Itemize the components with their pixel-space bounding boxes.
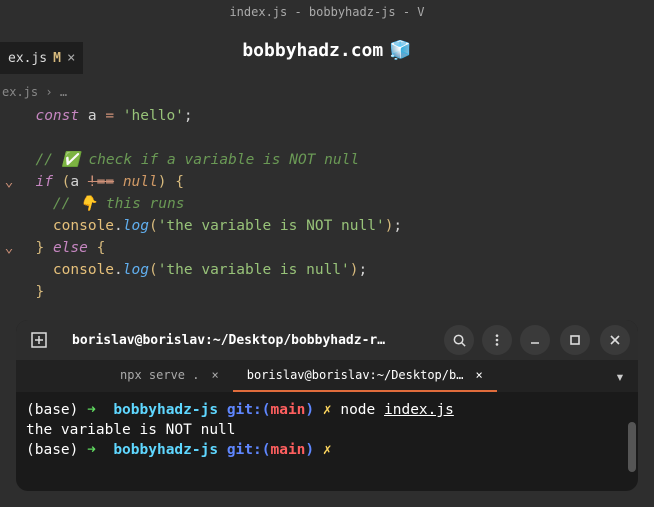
tab-modified-badge: M — [53, 51, 61, 66]
rparen: ) — [350, 262, 359, 278]
terminal-tab-label: borislav@borislav:~/Desktop/b… — [247, 368, 464, 382]
terminal-tab-serve[interactable]: npx serve . × — [106, 360, 233, 392]
terminal-body[interactable]: (base) ➜ bobbyhadz-js git:(main) ✗ node … — [16, 392, 638, 491]
close-icon[interactable]: × — [211, 368, 218, 382]
prompt-arrow-icon: ➜ — [87, 442, 96, 458]
search-icon[interactable] — [444, 325, 474, 355]
prompt-dir: bobbyhadz-js — [113, 402, 218, 418]
terminal-tab-label: npx serve . — [120, 368, 199, 382]
rbrace: } — [35, 284, 44, 300]
keyword-const: const — [35, 108, 79, 124]
prompt-git: git:( — [227, 442, 271, 458]
prompt-git-close: ) — [305, 442, 314, 458]
prompt-env: (base) — [26, 442, 78, 458]
comment-check: // ✅ check if a variable is NOT null — [35, 152, 359, 168]
null-literal: null — [123, 174, 158, 190]
close-button[interactable] — [600, 325, 630, 355]
lparen: ( — [149, 262, 158, 278]
fold-icon[interactable]: ⌄ — [0, 237, 18, 259]
prompt-git: git:( — [227, 402, 271, 418]
fold-icon[interactable]: ⌄ — [0, 171, 18, 193]
prompt-branch: main — [270, 402, 305, 418]
keyword-if: if — [35, 174, 52, 190]
window-title: index.js - bobbyhadz-js - V — [0, 5, 654, 19]
maximize-button[interactable] — [560, 325, 590, 355]
console-obj: console — [53, 262, 114, 278]
minimize-button[interactable] — [520, 325, 550, 355]
dot: . — [114, 218, 123, 234]
comment-runs: // 👇 this runs — [53, 196, 185, 212]
lparen: ( — [149, 218, 158, 234]
breadcrumb[interactable]: ex.js › … — [0, 85, 67, 99]
terminal-title: borislav@borislav:~/Desktop/bobbyhadz-r… — [62, 333, 436, 348]
string-isnull: 'the variable is null' — [158, 262, 350, 278]
prompt-dir: bobbyhadz-js — [113, 442, 218, 458]
dot: . — [114, 262, 123, 278]
banner-text: bobbyhadz.com — [242, 40, 383, 61]
semicolon: ; — [393, 218, 402, 234]
new-tab-button[interactable] — [24, 325, 54, 355]
semicolon: ; — [184, 108, 193, 124]
terminal-tab-active[interactable]: borislav@borislav:~/Desktop/b… × — [233, 360, 497, 392]
close-icon[interactable]: × — [475, 368, 482, 382]
cmd-node: node — [340, 402, 375, 418]
site-banner: bobbyhadz.com 🧊 — [0, 40, 654, 61]
chevron-down-icon[interactable]: ▾ — [602, 360, 638, 392]
dirty-icon: ✗ — [323, 442, 332, 458]
editor-tab-bar: ex.js M × — [0, 42, 83, 74]
breadcrumb-more: … — [60, 85, 67, 99]
chevron-right-icon: › — [45, 85, 52, 99]
rparen: ) — [158, 174, 167, 190]
code-editor[interactable]: const a = 'hello'; // ✅ check if a varia… — [0, 105, 654, 303]
terminal-window: borislav@borislav:~/Desktop/bobbyhadz-r…… — [16, 320, 638, 491]
cmd-arg: index.js — [384, 402, 454, 418]
operator-neq: !== — [88, 174, 114, 190]
menu-icon[interactable] — [482, 325, 512, 355]
log-method: log — [123, 262, 149, 278]
close-icon[interactable]: × — [67, 50, 75, 66]
prompt-branch: main — [270, 442, 305, 458]
string-notnull: 'the variable is NOT null' — [158, 218, 385, 234]
semicolon: ; — [359, 262, 368, 278]
operator-eq: = — [105, 108, 114, 124]
var-a: a — [70, 174, 79, 190]
terminal-header: borislav@borislav:~/Desktop/bobbyhadz-r… — [16, 320, 638, 360]
tab-filename: ex.js — [8, 51, 47, 66]
terminal-output: the variable is NOT null — [26, 422, 236, 438]
prompt-git-close: ) — [305, 402, 314, 418]
rbrace: } — [35, 240, 44, 256]
ice-cube-icon: 🧊 — [389, 40, 411, 61]
terminal-tab-bar: npx serve . × borislav@borislav:~/Deskto… — [16, 360, 638, 392]
scrollbar[interactable] — [628, 422, 636, 472]
string-hello: 'hello' — [123, 108, 184, 124]
prompt-env: (base) — [26, 402, 78, 418]
breadcrumb-file: ex.js — [2, 85, 38, 99]
console-obj: console — [53, 218, 114, 234]
file-tab-exjs[interactable]: ex.js M × — [0, 42, 83, 74]
var-a: a — [88, 108, 97, 124]
lbrace: { — [97, 240, 106, 256]
keyword-else: else — [53, 240, 88, 256]
log-method: log — [123, 218, 149, 234]
dirty-icon: ✗ — [323, 402, 332, 418]
prompt-arrow-icon: ➜ — [87, 402, 96, 418]
lbrace: { — [175, 174, 184, 190]
